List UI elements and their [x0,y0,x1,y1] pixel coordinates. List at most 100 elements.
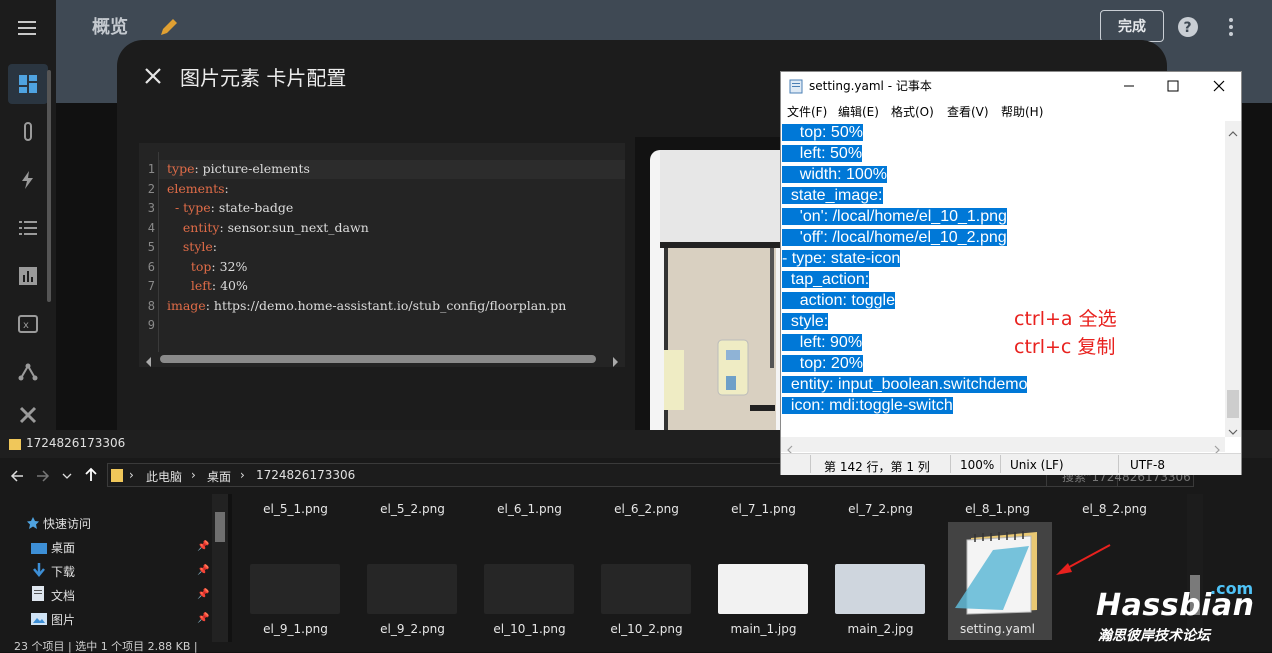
yaml-key: type [167,161,195,176]
more-vert-icon[interactable] [1226,16,1236,42]
watermark-brand: Hassbian [1096,588,1255,623]
nav-item-documents[interactable]: 文档 [51,587,75,604]
file-item[interactable]: el_5_1.png [237,502,354,516]
lightning-icon[interactable] [8,160,48,200]
yaml-text-line: tap_action: [782,269,870,290]
menu-help[interactable]: 帮助(H) [1001,103,1043,120]
pin-icon[interactable]: 📌 [197,565,209,576]
file-item[interactable]: el_5_2.png [354,502,471,516]
hint-copy: ctrl+c 复制 [1014,336,1116,358]
list-icon[interactable] [8,208,48,248]
up-arrow-icon[interactable] [84,466,98,486]
selected-text: entity: input_boolean.switchdemo [782,376,1028,393]
editor-horizontal-scrollbar[interactable] [160,355,596,363]
variable-icon[interactable]: x [8,304,48,344]
explorer-window-title: 1724826173306 [26,436,126,450]
file-item[interactable]: setting.yaml [939,622,1056,636]
nav-scrollbar-thumb[interactable] [215,512,225,542]
menu-icon[interactable] [16,18,40,42]
close-window-icon[interactable] [1212,78,1226,97]
yaml-text-line: style: [782,311,829,332]
file-item[interactable]: el_6_1.png [471,502,588,516]
pin-icon[interactable]: 📌 [197,541,209,552]
menu-view[interactable]: 查看(V) [947,103,989,120]
file-item[interactable]: el_7_2.png [822,502,939,516]
file-item[interactable]: el_10_2.png [588,622,705,636]
menu-file[interactable]: 文件(F) [787,103,827,120]
done-button[interactable]: 完成 [1100,10,1164,42]
tools-icon[interactable] [8,400,48,430]
forward-arrow-icon[interactable] [36,468,50,487]
help-icon[interactable]: ? [1177,16,1199,42]
breadcrumb-desktop[interactable]: 桌面 [207,468,231,485]
file-thumbnail[interactable] [835,564,925,614]
pencil-icon[interactable] [158,16,180,42]
line-number: 6 [147,259,155,274]
line-number: 2 [147,181,155,196]
file-thumbnail[interactable] [250,564,340,614]
notepad-file-icon[interactable] [953,530,1041,620]
crumb-separator-icon: › [240,468,245,482]
selected-text: tap_action: [782,271,870,288]
nav-item-pictures[interactable]: 图片 [51,611,75,628]
yaml-value: https://demo.home-assistant.io/stub_conf… [209,297,567,313]
overview-icon[interactable] [8,64,48,104]
menu-format[interactable]: 格式(O) [891,103,934,120]
file-thumbnail[interactable] [718,564,808,614]
selected-text: 'off': /local/home/el_10_2.png [782,229,1007,246]
file-item[interactable]: el_9_2.png [354,622,471,636]
chevron-down-icon[interactable] [62,468,72,487]
sidebar-scrollbar[interactable] [47,70,51,302]
yaml-text-line: action: toggle [782,290,895,311]
file-item[interactable]: el_9_1.png [237,622,354,636]
file-item[interactable]: el_8_2.png [1056,502,1173,516]
breadcrumb-folder[interactable]: 1724826173306 [256,468,355,482]
scroll-down-icon[interactable] [1228,422,1238,441]
file-thumbnail[interactable] [484,564,574,614]
crumb-separator-icon: › [129,468,134,482]
yaml-key: entity [167,219,220,235]
breadcrumb-this-pc[interactable]: 此电脑 [146,468,182,485]
minimize-icon[interactable] [1122,78,1136,97]
file-thumbnail[interactable] [601,564,691,614]
selected-text: state_image: [782,187,883,204]
file-thumbnail[interactable] [367,564,457,614]
selected-text: icon: mdi:toggle-switch [782,397,953,414]
file-item[interactable]: el_7_1.png [705,502,822,516]
notepad-horizontal-scrollbar[interactable] [781,437,1225,452]
close-icon[interactable] [143,66,163,90]
yaml-text-line: top: 20% [782,353,863,374]
scroll-up-icon[interactable] [1228,124,1238,143]
yaml-value: state-badge [214,200,294,215]
yaml-text-line: width: 100% [782,164,887,185]
notepad-vertical-scrollbar-thumb[interactable] [1227,390,1239,418]
menu-edit[interactable]: 编辑(E) [838,103,879,120]
scroll-left-icon[interactable] [145,353,153,372]
line-ending: Unix (LF) [1010,458,1064,472]
selected-text: top: 50% [782,124,863,141]
code-line: type: picture-elements [167,161,623,176]
file-item[interactable]: el_10_1.png [471,622,588,636]
page-title: 概览 [92,17,128,38]
nav-item-quick-access[interactable]: 快速访问 [43,515,91,532]
scroll-right-icon[interactable] [612,353,620,372]
file-item[interactable]: el_8_1.png [939,502,1056,516]
file-item[interactable]: main_2.jpg [822,622,939,636]
line-number: 9 [147,318,155,332]
selected-text: 'on': /local/home/el_10_1.png [782,208,1007,225]
back-arrow-icon[interactable] [10,468,24,487]
nav-item-desktop[interactable]: 桌面 [51,539,75,556]
pin-icon[interactable]: 📌 [197,613,209,624]
file-item[interactable]: main_1.jpg [705,622,822,636]
file-item[interactable]: el_6_2.png [588,502,705,516]
test-tube-icon[interactable] [8,112,48,152]
code-line: - type: state-badge [167,200,623,215]
pin-icon[interactable]: 📌 [197,589,209,600]
selected-text: left: 90% [782,334,863,351]
yaml-key: image [167,297,206,313]
maximize-icon[interactable] [1166,78,1180,97]
network-icon[interactable] [8,352,48,392]
code-line: image: https://demo.home-assistant.io/st… [167,298,623,313]
nav-item-downloads[interactable]: 下载 [51,563,75,580]
chart-icon[interactable] [8,256,48,296]
